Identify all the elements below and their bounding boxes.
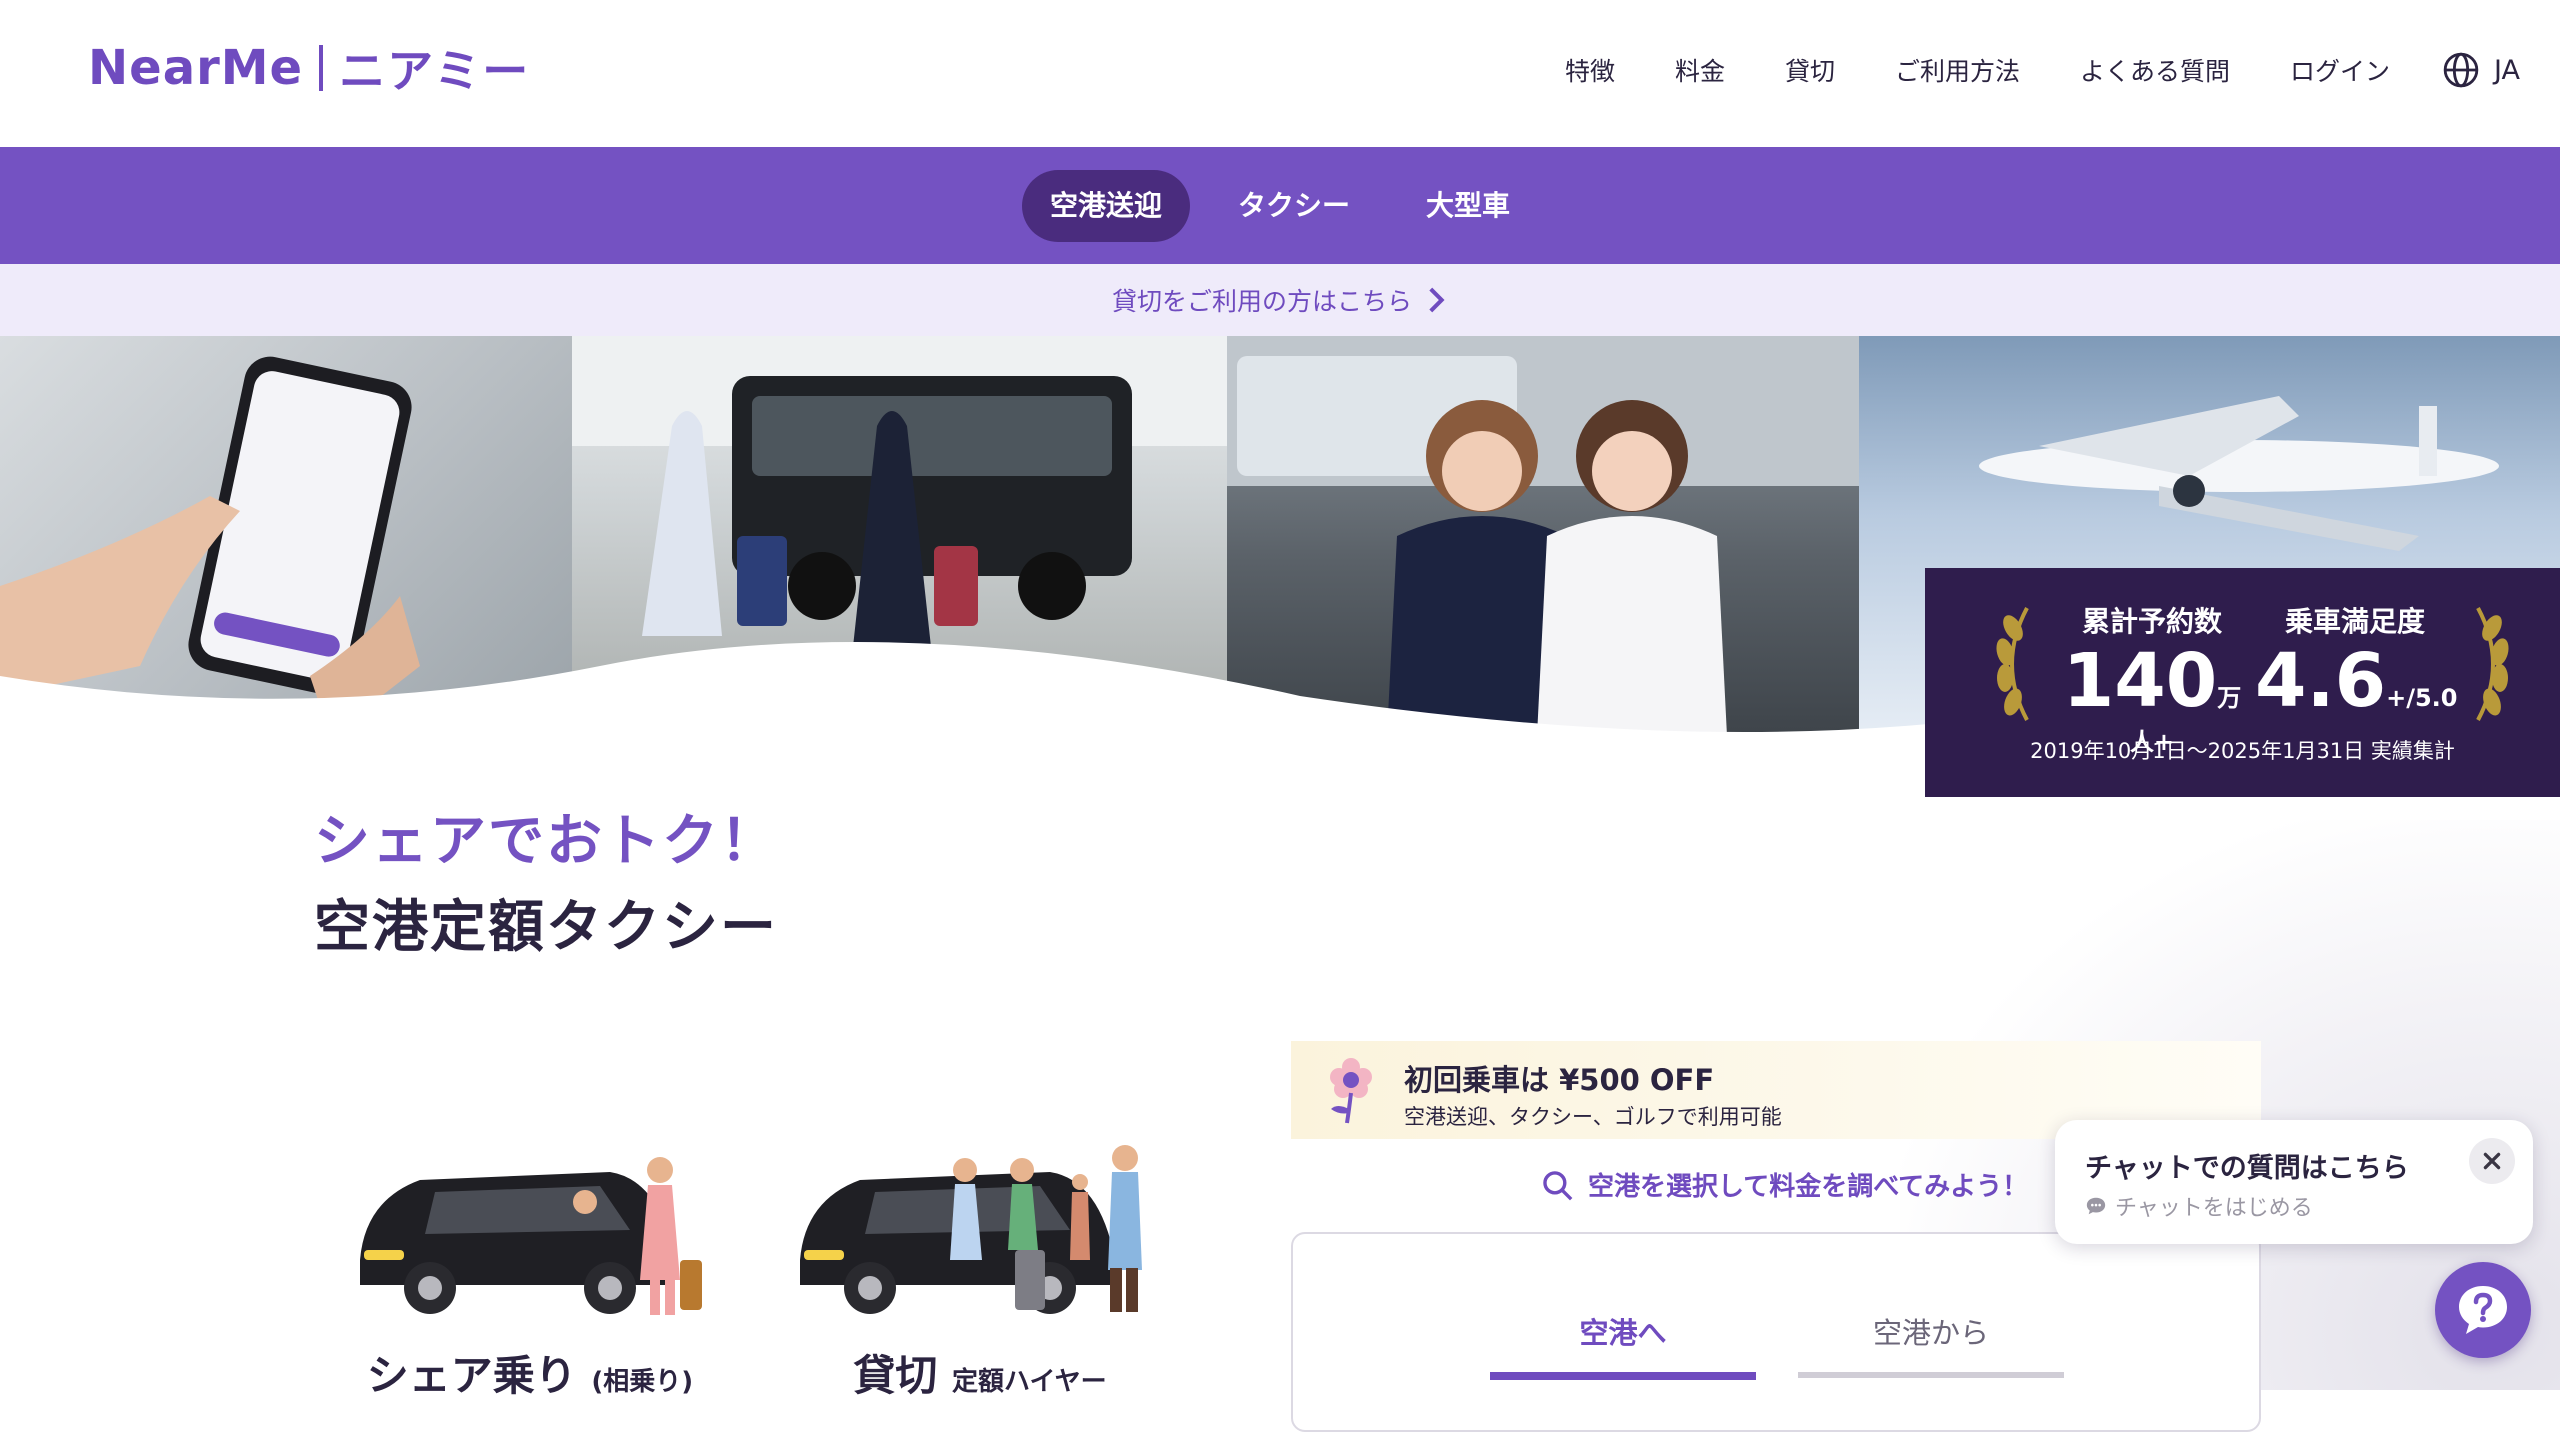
laurel-right-icon	[2476, 607, 2509, 721]
chat-bubble-icon	[2086, 1197, 2106, 1215]
tab-airport-transfer[interactable]: 空港送迎	[1021, 169, 1190, 242]
headline-tagline: シェアでおトク！	[314, 809, 778, 874]
main-nav: 特徴 料金 貸切 ご利用方法 よくある質問 ログイン JA	[1565, 40, 2520, 100]
chat-launcher-button[interactable]	[2435, 1262, 2531, 1358]
stat-reservations: 累計予約数 140万人+	[2057, 600, 2247, 757]
stat-reservations-label: 累計予約数	[2081, 605, 2222, 638]
language-label: JA	[2494, 54, 2520, 86]
laurel-left-icon	[1996, 607, 2029, 721]
tab-from-airport-indicator	[1798, 1372, 2064, 1378]
chat-start-label: チャットをはじめる	[2115, 1196, 2313, 1221]
search-hint-label: 空港を選択して料金を調べてみよう！	[1588, 1172, 2029, 1202]
nav-features[interactable]: 特徴	[1565, 52, 1615, 88]
tab-from-airport[interactable]: 空港から	[1798, 1310, 2064, 1352]
language-selector[interactable]: JA	[2442, 51, 2520, 89]
service-share-ride-title: シェア乗り (相乗り)	[340, 1342, 720, 1403]
service-charter[interactable]: 貸切 定額ハイヤー	[790, 1110, 1170, 1400]
logo-wordmark-ja: ニアミー	[339, 44, 531, 98]
charter-title-text: 貸切	[853, 1351, 938, 1400]
tab-to-airport[interactable]: 空港へ	[1490, 1310, 1756, 1352]
globe-icon	[2443, 52, 2479, 88]
stat-reservations-value: 140	[2062, 638, 2218, 724]
nav-faq[interactable]: よくある質問	[2080, 52, 2230, 88]
stat-satisfaction-value: 4.6	[2255, 638, 2387, 724]
charter-subtitle: 定額ハイヤー	[951, 1367, 1107, 1397]
nav-login[interactable]: ログイン	[2290, 52, 2390, 88]
stat-satisfaction-unit: +/5.0	[2386, 684, 2458, 712]
nav-charter[interactable]: 貸切	[1785, 52, 1835, 88]
stats-badge: 累計予約数 140万人+ 乗車満足度 4.6+/5.0 2019年10月1日〜2…	[1925, 568, 2560, 797]
site-header: NearMe ニアミー 特徴 料金 貸切 ご利用方法 よくある質問 ログイン J…	[0, 0, 2560, 147]
chat-prompt-popup[interactable]: チャットでの質問はこちら チャットをはじめる	[2055, 1120, 2533, 1244]
tab-to-airport-indicator	[1490, 1372, 1756, 1380]
charter-link-label: 貸切をご利用の方はこちら	[1111, 287, 1412, 316]
stats-period-note: 2019年10月1日〜2025年1月31日 実績集計	[2030, 739, 2455, 763]
nearme-logo[interactable]: NearMe ニアミー	[88, 36, 530, 100]
logo-wordmark-en: NearMe	[88, 40, 304, 96]
stat-satisfaction: 乗車満足度 4.6+/5.0	[2255, 600, 2458, 724]
category-tab-bar: 空港送迎 タクシー 大型車	[0, 147, 2560, 264]
search-icon	[1543, 1170, 1573, 1200]
booking-card: 空港へ 空港から	[1291, 1232, 2261, 1432]
share-ride-subtitle: (相乗り)	[591, 1367, 694, 1397]
nav-how-to-use[interactable]: ご利用方法	[1895, 52, 2020, 88]
charter-van-illustration	[800, 1145, 1142, 1314]
logo-divider	[319, 45, 324, 91]
service-charter-title: 貸切 定額ハイヤー	[790, 1342, 1170, 1403]
shared-van-illustration	[360, 1157, 702, 1315]
flower-icon	[1330, 1058, 1372, 1124]
share-ride-title-text: シェア乗り	[366, 1351, 577, 1400]
service-share-ride[interactable]: シェア乗り (相乗り)	[340, 1110, 720, 1400]
chat-start-link[interactable]: チャットをはじめる	[2085, 1190, 2313, 1222]
question-chat-icon	[2459, 1286, 2507, 1334]
airport-fare-search-hint[interactable]: 空港を選択して料金を調べてみよう！	[1540, 1166, 2028, 1203]
promo-title: 初回乗車は ¥500 OFF	[1404, 1063, 1715, 1097]
stat-satisfaction-label: 乗車満足度	[2284, 605, 2425, 638]
close-icon	[2483, 1152, 2501, 1170]
headline-title: 空港定額タクシー	[314, 895, 778, 960]
tab-large-vehicle[interactable]: 大型車	[1398, 170, 1538, 242]
chevron-right-icon	[1429, 287, 1445, 313]
chat-prompt-title: チャットでの質問はこちら	[2085, 1153, 2409, 1184]
promo-subtitle: 空港送迎、タクシー、ゴルフで利用可能	[1404, 1105, 1782, 1129]
chat-close-button[interactable]	[2469, 1138, 2515, 1184]
tab-taxi[interactable]: タクシー	[1210, 170, 1378, 242]
nav-pricing[interactable]: 料金	[1675, 52, 1725, 88]
charter-link[interactable]: 貸切をご利用の方はこちら	[0, 264, 2560, 336]
